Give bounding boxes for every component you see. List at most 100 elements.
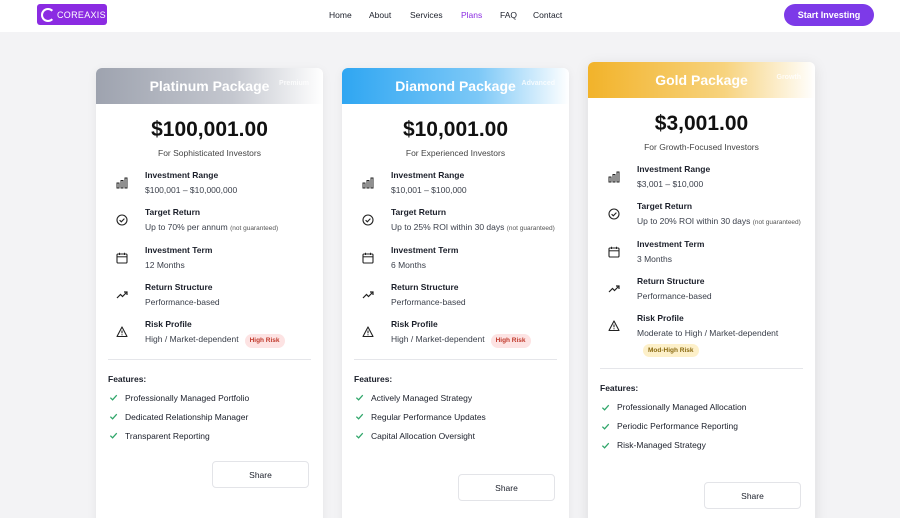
detail-value: Performance-based [391, 296, 466, 308]
feature-label: Actively Managed Strategy [371, 392, 473, 403]
nav-home[interactable]: Home [329, 10, 352, 20]
detail-title: Investment Range [637, 164, 711, 174]
detail-value: Performance-based [637, 290, 712, 302]
detail-row: Investment Range $10,001 – $100,000 [362, 170, 569, 196]
package-name: Gold Package [655, 72, 748, 88]
feature-label: Capital Allocation Oversight [371, 430, 475, 441]
top-navigation-bar: COREAXIS Home About Services Plans FAQ C… [0, 0, 900, 32]
feature-item: Risk-Managed Strategy [601, 440, 815, 450]
nav-contact[interactable]: Contact [533, 10, 562, 20]
package-tagline: For Growth-Focused Investors [644, 142, 759, 152]
feature-item: Professionally Managed Portfolio [109, 393, 323, 403]
detail-row: Investment Term 6 Months [362, 245, 569, 271]
detail-text: Investment Range $100,001 – $10,000,000 [145, 170, 237, 196]
share-button[interactable]: Share [704, 482, 801, 509]
detail-value: High / Market-dependent High Risk [391, 333, 531, 348]
bar-chart-icon [608, 170, 620, 183]
nav-services[interactable]: Services [410, 10, 443, 20]
detail-title: Risk Profile [637, 313, 684, 324]
detail-text: Risk Profile High / Market-dependent High … [391, 319, 531, 348]
detail-value: Up to 70% per annum (not guaranteed) [145, 221, 278, 233]
check-icon [601, 403, 610, 412]
divider [108, 358, 311, 360]
detail-title: Investment Term [145, 244, 213, 255]
package-details: Investment Range $3,001 – $10,000 Target R… [588, 164, 815, 358]
detail-text: Risk Profile High / Market-dependent High … [145, 319, 285, 348]
check-icon [109, 431, 118, 440]
detail-value-text: Up to 70% per annum [145, 222, 228, 233]
detail-row: Target Return Up to 20% ROI within 30 day… [608, 201, 815, 227]
check-icon [355, 431, 364, 440]
detail-value-text: Performance-based [391, 297, 466, 308]
detail-value-text: 3 Months [637, 253, 672, 264]
detail-row: Investment Term 12 Months [116, 245, 323, 271]
feature-label: Dedicated Relationship Manager [125, 411, 249, 422]
detail-row: Return Structure Performance-based [608, 276, 815, 302]
package-price: $3,001.00 [654, 112, 749, 135]
detail-title: Investment Range [391, 170, 465, 180]
brand-logo[interactable]: COREAXIS [37, 4, 107, 25]
detail-row: Investment Range $3,001 – $10,000 [608, 164, 815, 190]
package-tagline: For Sophisticated Investors [158, 148, 261, 158]
detail-value-text: High / Market-dependent [145, 334, 239, 345]
calendar-icon [362, 251, 374, 264]
detail-value: 12 Months [145, 259, 212, 271]
detail-text: Risk Profile Moderate to High / Market-de… [637, 313, 779, 358]
package-details: Investment Range $10,001 – $100,000 Target… [342, 170, 569, 348]
detail-title: Return Structure [145, 282, 213, 293]
risk-badge: High Risk [244, 334, 285, 348]
risk-badge: Mod-High Risk [643, 343, 699, 358]
package-price: $10,001.00 [402, 118, 509, 141]
check-icon [355, 393, 364, 402]
feature-item: Capital Allocation Oversight [355, 431, 569, 441]
detail-value: Up to 25% ROI within 30 days (not guaran… [391, 221, 555, 233]
detail-title: Investment Term [637, 238, 705, 249]
detail-value: 3 Months [637, 253, 704, 265]
detail-value-text: Performance-based [145, 297, 220, 308]
detail-row: Investment Term 3 Months [608, 239, 815, 265]
target-check-icon [608, 207, 620, 220]
detail-value-text: $100,001 – $10,000,000 [145, 185, 238, 195]
detail-value-text: 6 Months [391, 259, 426, 270]
nav-about[interactable]: About [369, 10, 391, 20]
card-header: Diamond Package Advanced [342, 68, 569, 104]
package-price: $100,001.00 [151, 118, 268, 141]
check-icon [601, 441, 610, 450]
check-icon [601, 422, 610, 431]
detail-text: Return Structure Performance-based [391, 282, 466, 308]
nav-faq[interactable]: FAQ [500, 10, 517, 20]
detail-value-text: Performance-based [637, 291, 712, 302]
feature-label: Professionally Managed Portfolio [125, 392, 250, 403]
risk-badge: High Risk [490, 334, 531, 348]
card-header: Gold Package Growth [588, 62, 815, 98]
plan-card-gold: Gold Package Growth $3,001.00 For Growth… [588, 62, 815, 518]
share-button[interactable]: Share [212, 461, 309, 488]
target-check-icon [116, 213, 128, 226]
detail-text: Investment Range $10,001 – $100,000 [391, 170, 467, 196]
features-list: Actively Managed Strategy Regular Perform… [342, 393, 569, 441]
package-badge: Premium [279, 80, 309, 87]
package-badge: Growth [776, 74, 802, 81]
feature-label: Regular Performance Updates [371, 411, 486, 422]
nav-plans[interactable]: Plans [461, 10, 482, 20]
detail-value-text: Moderate to High / Market-dependent [637, 328, 779, 339]
detail-row: Return Structure Performance-based [116, 282, 323, 308]
logo-mark-icon [41, 7, 55, 22]
features-list: Professionally Managed Portfolio Dedicate… [96, 393, 323, 441]
target-check-icon [362, 213, 374, 226]
trending-up-icon [608, 282, 620, 294]
detail-title: Return Structure [391, 282, 459, 293]
detail-title: Target Return [145, 207, 201, 218]
feature-label: Risk-Managed Strategy [617, 440, 706, 451]
card-header: Platinum Package Premium [96, 68, 323, 104]
detail-text: Return Structure Performance-based [145, 282, 220, 308]
trending-up-icon [116, 288, 128, 300]
detail-value: Moderate to High / Market-dependent Mod-H… [637, 327, 779, 358]
start-investing-button[interactable]: Start Investing [784, 4, 874, 26]
detail-row: Return Structure Performance-based [362, 282, 569, 308]
detail-row: Target Return Up to 25% ROI within 30 day… [362, 207, 569, 233]
features-title: Features: [354, 373, 393, 384]
plan-card-diamond: Diamond Package Advanced $10,001.00 For … [342, 68, 569, 518]
detail-value: $3,001 – $10,000 [637, 178, 710, 190]
share-button[interactable]: Share [458, 474, 555, 501]
